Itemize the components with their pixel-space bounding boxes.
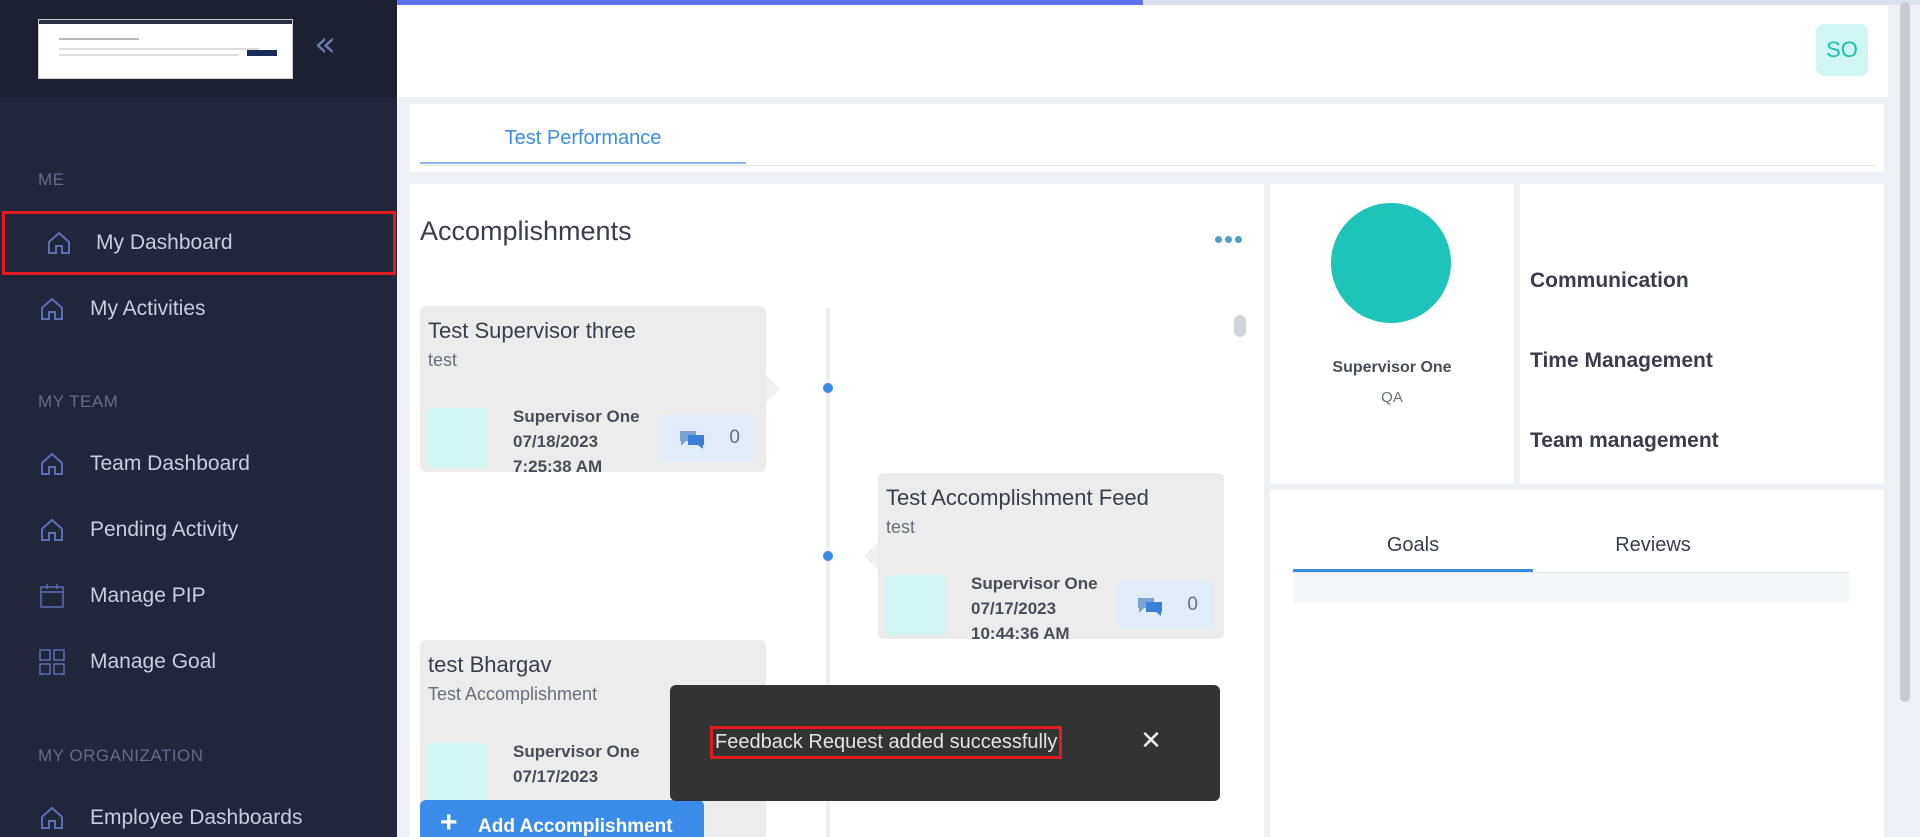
card-time: 10:44:36 AM — [971, 624, 1070, 639]
skill-item: Communication — [1530, 269, 1689, 292]
profile-avatar — [1331, 203, 1451, 323]
goals-list — [1293, 573, 1850, 603]
section-label-my-team: MY TEAM — [38, 392, 119, 411]
card-subtitle: test — [886, 517, 916, 537]
skill-item: Time Management — [1530, 349, 1713, 372]
toast-message: Feedback Request added successfully — [710, 726, 1063, 759]
card-author: Supervisor One — [971, 574, 1098, 593]
collapse-sidebar-icon[interactable]: « — [314, 27, 350, 66]
profile-name: Supervisor One — [1332, 359, 1452, 376]
card-title: Test Accomplishment Feed — [886, 485, 1149, 510]
tab-reviews[interactable]: Reviews — [1533, 524, 1773, 572]
card-pointer — [766, 375, 780, 403]
sidebar-item-label: Manage Goal — [90, 650, 217, 673]
sidebar-item-my-dashboard[interactable]: My Dashboard — [2, 211, 396, 275]
comments-icon — [1138, 598, 1162, 616]
card-title: Test Supervisor three — [428, 318, 636, 343]
top-header: SO — [397, 5, 1888, 97]
card-author: Supervisor One — [513, 742, 640, 761]
sidebar-item-label: Employee Dashboards — [90, 806, 303, 829]
logo-area: « — [0, 0, 397, 97]
comments-button[interactable]: 0 — [660, 414, 756, 462]
page-scrollbar[interactable] — [1896, 0, 1912, 710]
section-label-my-organization: MY ORGANIZATION — [38, 746, 204, 765]
sidebar-item-label: Team Dashboard — [90, 452, 250, 475]
sidebar: « ME My Dashboard My Activities MY TEAM … — [0, 0, 397, 837]
plus-icon: + — [440, 806, 458, 837]
comments-icon — [680, 431, 704, 449]
comment-count: 0 — [729, 427, 740, 448]
toast-notification: Feedback Request added successfully ✕ — [670, 685, 1220, 801]
home-icon — [41, 452, 63, 475]
accomplishment-card[interactable]: Test Accomplishment Feed test Supervisor… — [878, 473, 1224, 639]
card-date: 07/17/2023 — [971, 599, 1057, 618]
card-date: 07/17/2023 — [513, 767, 599, 786]
author-avatar — [428, 743, 488, 803]
card-author: Supervisor One — [513, 407, 640, 426]
sidebar-item-manage-goal[interactable]: Manage Goal — [0, 631, 397, 693]
close-icon[interactable]: ✕ — [1136, 726, 1166, 756]
accomplishment-card[interactable]: Test Supervisor three test Supervisor On… — [420, 306, 766, 472]
grid-icon — [39, 649, 65, 675]
sidebar-item-label: Pending Activity — [90, 518, 239, 541]
performance-tab-strip: Test Performance — [410, 104, 1884, 172]
sidebar-item-label: My Dashboard — [96, 231, 233, 254]
add-accomplishment-label: Add Accomplishment — [478, 816, 673, 837]
sidebar-item-manage-pip[interactable]: Manage PIP — [0, 565, 397, 627]
home-icon — [41, 297, 63, 320]
sidebar-item-label: My Activities — [90, 297, 206, 320]
sidebar-item-pending-activity[interactable]: Pending Activity — [0, 499, 397, 561]
comments-button[interactable]: 0 — [1118, 581, 1214, 629]
home-icon — [41, 806, 63, 829]
user-avatar[interactable]: SO — [1816, 24, 1868, 76]
app-logo-thumbnail[interactable] — [38, 19, 293, 79]
card-title: test Bhargav — [428, 652, 552, 677]
author-avatar — [428, 408, 488, 468]
tab-test-performance[interactable]: Test Performance — [420, 116, 746, 164]
add-accomplishment-button[interactable]: + Add Accomplishment — [420, 800, 704, 837]
card-subtitle: test — [428, 350, 458, 370]
skills-panel: Communication Time Management Team manag… — [1520, 184, 1884, 484]
profile-card: Supervisor One QA — [1270, 184, 1514, 484]
accomplishments-title: Accomplishments — [420, 216, 632, 246]
card-date: 07/18/2023 — [513, 432, 599, 451]
author-avatar — [886, 575, 946, 635]
sidebar-item-label: Manage PIP — [90, 584, 206, 607]
tab-goals[interactable]: Goals — [1293, 524, 1533, 572]
timeline-dot — [823, 551, 833, 561]
skill-item: Team management — [1530, 429, 1719, 452]
card-pointer — [864, 542, 878, 570]
card-time: 7:25:38 AM — [513, 457, 603, 472]
sidebar-item-my-activities[interactable]: My Activities — [0, 278, 397, 340]
goals-reviews-panel: Goals Reviews — [1270, 490, 1884, 837]
comment-count: 0 — [1187, 594, 1198, 615]
sidebar-item-team-dashboard[interactable]: Team Dashboard — [0, 433, 397, 495]
sidebar-item-employee-dashboards[interactable]: Employee Dashboards — [0, 787, 397, 837]
section-label-me: ME — [38, 170, 65, 189]
tab-divider — [420, 165, 1875, 166]
feed-scrollbar[interactable] — [1234, 315, 1246, 337]
profile-role: QA — [1381, 389, 1403, 406]
more-options-icon[interactable] — [1215, 230, 1251, 246]
calendar-icon — [40, 584, 64, 608]
home-icon — [41, 518, 63, 541]
timeline-dot — [823, 383, 833, 393]
home-icon — [48, 231, 70, 254]
card-subtitle: Test Accomplishment — [428, 684, 598, 704]
